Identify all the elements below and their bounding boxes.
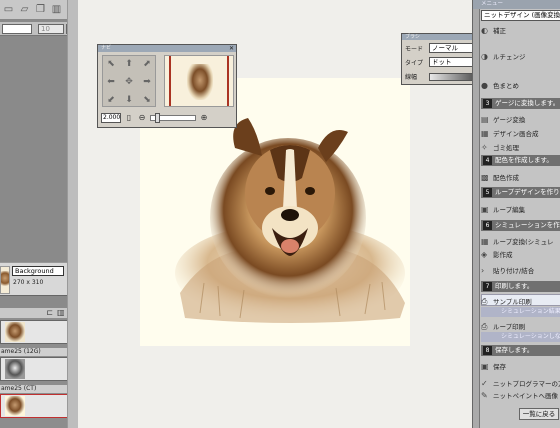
menu-item[interactable]: ✧ ゴミ処理 [481, 142, 560, 152]
zoom-in-icon[interactable]: ⊕ [199, 113, 209, 123]
paint-icon: ✎ [481, 391, 488, 400]
type-value: ドット [432, 58, 452, 66]
section-header: 8 保存します。 [481, 345, 560, 356]
menu-item[interactable]: ▦ ループ変換(シミュレ [481, 236, 560, 246]
menu-item[interactable]: ✓ ニットプログラマーの方 [481, 378, 560, 388]
design-icon: ▦ [481, 129, 489, 138]
menu-item[interactable]: ◈ 影作成 [481, 249, 560, 259]
layer-size: 270 x 310 [13, 279, 44, 286]
type-label: タイプ [405, 60, 424, 67]
copy-icon[interactable]: ❐ [34, 3, 47, 16]
trash-icon[interactable]: ▥ [50, 3, 63, 16]
menu-item[interactable]: ▩ 配色作成 [481, 172, 560, 182]
right-panel-scrollbar[interactable] [473, 9, 480, 428]
menu-item[interactable]: › 貼り付け/結合 [481, 265, 560, 275]
navigator-window[interactable]: ナビ ✕ ⬉ ⬆ ⬈ ⬅ ✥ ➡ ⬋ ⬇ ⬊ 2.000 ▯ ⊖ ⊕ [97, 44, 237, 128]
width-label: 線幅 [405, 74, 418, 81]
left-input[interactable] [2, 24, 32, 34]
menu-item[interactable]: ▣ 保存 [481, 361, 560, 371]
shadow-icon: ◈ [481, 250, 488, 259]
layer-name[interactable]: Background [12, 266, 64, 276]
open-folder-icon[interactable]: ▱ [18, 3, 31, 16]
item-note: シミュレーション結果を [481, 307, 560, 317]
right-menu-panel: メニュー ニットデザイン (画像変換) ◐ 補正 ◑ ルチェンジ ● 色まとめ 3 ゲー… [472, 0, 560, 428]
navigator-titlebar[interactable]: ナビ ✕ [98, 45, 236, 52]
right-panel-title: メニュー [473, 0, 560, 9]
menu-item[interactable]: ● 色まとめ [481, 80, 560, 90]
trash-icon[interactable]: ▥ [57, 308, 65, 318]
left-value-field[interactable]: 10 [38, 24, 64, 34]
adjust-icon: ◐ [481, 26, 488, 35]
save-icon: ▣ [481, 362, 489, 371]
palette-icon: ▩ [481, 173, 489, 182]
navigator-arrow-pad: ⬉ ⬆ ⬈ ⬅ ✥ ➡ ⬋ ⬇ ⬊ [102, 55, 156, 107]
arrow-up-left-icon[interactable]: ⬉ [105, 58, 117, 70]
section-header: 6シミュレーションを作ります [481, 220, 560, 231]
section-header: 7 印刷します。 [481, 281, 560, 292]
printer-icon: ⎙ [481, 297, 488, 306]
section-header: 4 配色を作成します。 [481, 155, 560, 166]
menu-item[interactable]: ▤ ゲージ変換 [481, 114, 560, 124]
menu-item[interactable]: ▣ ループ編集 [481, 204, 560, 214]
layer-thumbnail[interactable] [0, 266, 10, 294]
mode-value: ノーマル [432, 44, 458, 52]
arrow-right-icon[interactable]: ➡ [141, 76, 153, 88]
navigator-preview[interactable] [164, 55, 234, 107]
folder-icon[interactable]: ⊏ [46, 308, 53, 318]
check-icon: ✓ [481, 379, 488, 388]
zoom-input[interactable]: 2.000 [101, 113, 121, 123]
arrow-up-icon[interactable]: ⬆ [123, 58, 135, 70]
loop-icon: ▣ [481, 205, 489, 214]
menu-item[interactable]: ✎ ニットペイントへ画像 [481, 390, 560, 400]
color-icon: ◑ [481, 52, 488, 61]
navigator-title: ナビ [101, 45, 112, 51]
arrow-down-right-icon[interactable]: ⬊ [141, 94, 153, 106]
menu-item-selected[interactable]: ⎙ サンプル印刷 [481, 296, 560, 307]
arrow-down-left-icon[interactable]: ⬋ [105, 94, 117, 106]
gauge-icon: ▤ [481, 115, 489, 124]
arrow-up-right-icon[interactable]: ⬈ [141, 58, 153, 70]
menu-item[interactable]: ◑ ルチェンジ [481, 51, 560, 61]
arrow-left-icon[interactable]: ⬅ [105, 76, 117, 88]
move-center-icon[interactable]: ✥ [123, 76, 135, 88]
back-to-list-button[interactable]: 一覧に戻る [519, 408, 559, 420]
clean-icon: ✧ [481, 143, 488, 152]
zoom-slider[interactable] [150, 113, 196, 123]
navigator-zoom-bar: 2.000 ▯ ⊖ ⊕ [101, 111, 235, 125]
section-header: 3 ゲージに変換します。 [481, 98, 560, 109]
left-gutter [67, 0, 78, 428]
palette-icon: ● [481, 81, 488, 90]
mode-label: モード [405, 46, 424, 53]
convert-icon: ▦ [481, 237, 489, 246]
menu-item[interactable]: ◐ 補正 [481, 25, 560, 35]
item-note: シミュレーションしなが [481, 332, 560, 342]
printer-icon: ⎙ [481, 322, 488, 331]
zoom-out-icon[interactable]: ⊖ [137, 113, 147, 123]
menu-item[interactable]: ⎙ ループ印刷 [481, 321, 560, 332]
mode-dropdown[interactable]: ニットデザイン (画像変換) [481, 10, 560, 21]
menu-item[interactable]: ▦ デザイン画合成 [481, 128, 560, 138]
new-file-icon[interactable]: ▭ [2, 3, 15, 16]
chevron-right-icon: › [481, 266, 485, 275]
arrow-down-icon[interactable]: ⬇ [123, 94, 135, 106]
close-icon[interactable]: ✕ [229, 45, 234, 52]
section-header: 5ループデザインを作ります [481, 187, 560, 198]
page-icon[interactable]: ▯ [124, 113, 134, 123]
